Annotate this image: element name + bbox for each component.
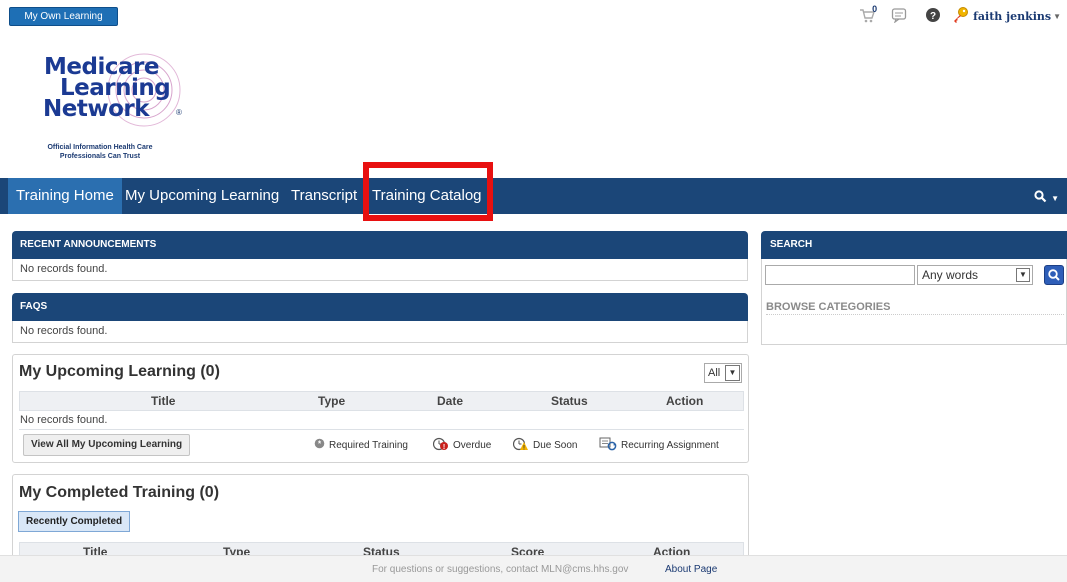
cart-icon[interactable]: 0 [859,4,881,25]
mln-logo[interactable]: Medicare Learning Network ® Official Inf… [43,48,204,168]
upcoming-table-header: Title Type Date Status Action [19,391,744,411]
announcements-header: RECENT ANNOUNCEMENTS [12,231,748,259]
nav-transcript[interactable]: Transcript [291,178,357,214]
nav-search-menu[interactable]: ▼ [1034,178,1059,214]
chevron-down-icon: ▼ [1051,194,1059,203]
column-header[interactable]: Status [551,392,588,410]
search-mode-select[interactable]: Any words ▼ [917,265,1033,285]
faqs-header: FAQS [12,293,748,321]
column-header[interactable]: Action [666,392,703,410]
legend-label: Required Training [329,439,408,451]
registered-mark: ® [176,108,182,117]
faqs-empty: No records found. [12,321,748,343]
logo-tagline: Official Information Health Care Profess… [47,144,153,160]
search-mode-value: Any words [922,268,979,282]
svg-text:!: ! [523,445,525,451]
search-panel-header: SEARCH [761,231,1067,259]
upcoming-empty-row: No records found. [19,411,744,430]
about-page-link[interactable]: About Page [665,556,717,582]
search-go-button[interactable] [1044,265,1064,285]
search-panel: Any words ▼ BROWSE CATEGORIES [761,259,1067,345]
chevron-down-icon: ▼ [1016,268,1030,282]
legend-recurring: Recurring Assignment [599,437,719,453]
training-catalog-highlight [363,162,493,221]
chevron-down-icon: ▼ [1053,11,1061,21]
column-header[interactable]: Date [437,392,463,410]
cart-count: 0 [872,4,878,14]
user-menu[interactable]: faith jenkins ▼ [951,6,1061,27]
legend-due-soon: ! Due Soon [512,437,578,454]
search-icon [1034,188,1051,204]
user-key-icon [951,6,969,27]
completed-training-title: My Completed Training (0) [19,484,220,501]
logo-word-network: Network [43,96,150,122]
upcoming-learning-title: My Upcoming Learning (0) [19,363,220,380]
top-icons: 0 ? faith jenkins ▼ [859,4,1061,27]
view-all-upcoming-button[interactable]: View All My Upcoming Learning [23,434,191,456]
legend-label: Due Soon [533,439,578,451]
footer-contact-text: For questions or suggestions, contact ML… [372,564,629,575]
nav-training-home[interactable]: Training Home [8,178,122,214]
user-name: faith jenkins [973,9,1052,23]
svg-text:?: ? [930,11,936,22]
required-training-icon: * [314,438,325,452]
search-icon [1048,269,1060,281]
tab-recently-completed[interactable]: Recently Completed [18,511,131,532]
browse-categories-heading: BROWSE CATEGORIES [766,301,1064,315]
top-bar: My Own Learning 0 ? faith jenkins ▼ [0,0,1067,30]
legend-overdue: ! Overdue [432,437,492,454]
search-input[interactable] [765,265,915,285]
messages-icon[interactable] [891,7,907,26]
column-header[interactable]: Type [318,392,345,410]
recurring-assignment-icon [599,437,617,454]
nav-my-upcoming-learning[interactable]: My Upcoming Learning [125,178,279,214]
overdue-icon: ! [432,437,449,454]
my-own-learning-button[interactable]: My Own Learning [9,7,118,26]
upcoming-filter-select[interactable]: All ▼ [704,363,742,383]
chevron-down-icon: ▼ [725,365,740,381]
legend-label: Recurring Assignment [621,439,719,451]
help-icon[interactable]: ? [925,7,941,26]
legend-required: * Required Training [314,437,408,453]
announcements-empty: No records found. [12,259,748,281]
legend-label: Overdue [453,439,492,451]
column-header[interactable]: Title [151,392,175,410]
footer: For questions or suggestions, contact ML… [0,555,1067,582]
svg-text:!: ! [443,444,445,451]
main-nav: Training Home My Upcoming Learning Trans… [0,178,1067,214]
due-soon-icon: ! [512,437,529,454]
upcoming-filter-value: All [708,367,721,379]
